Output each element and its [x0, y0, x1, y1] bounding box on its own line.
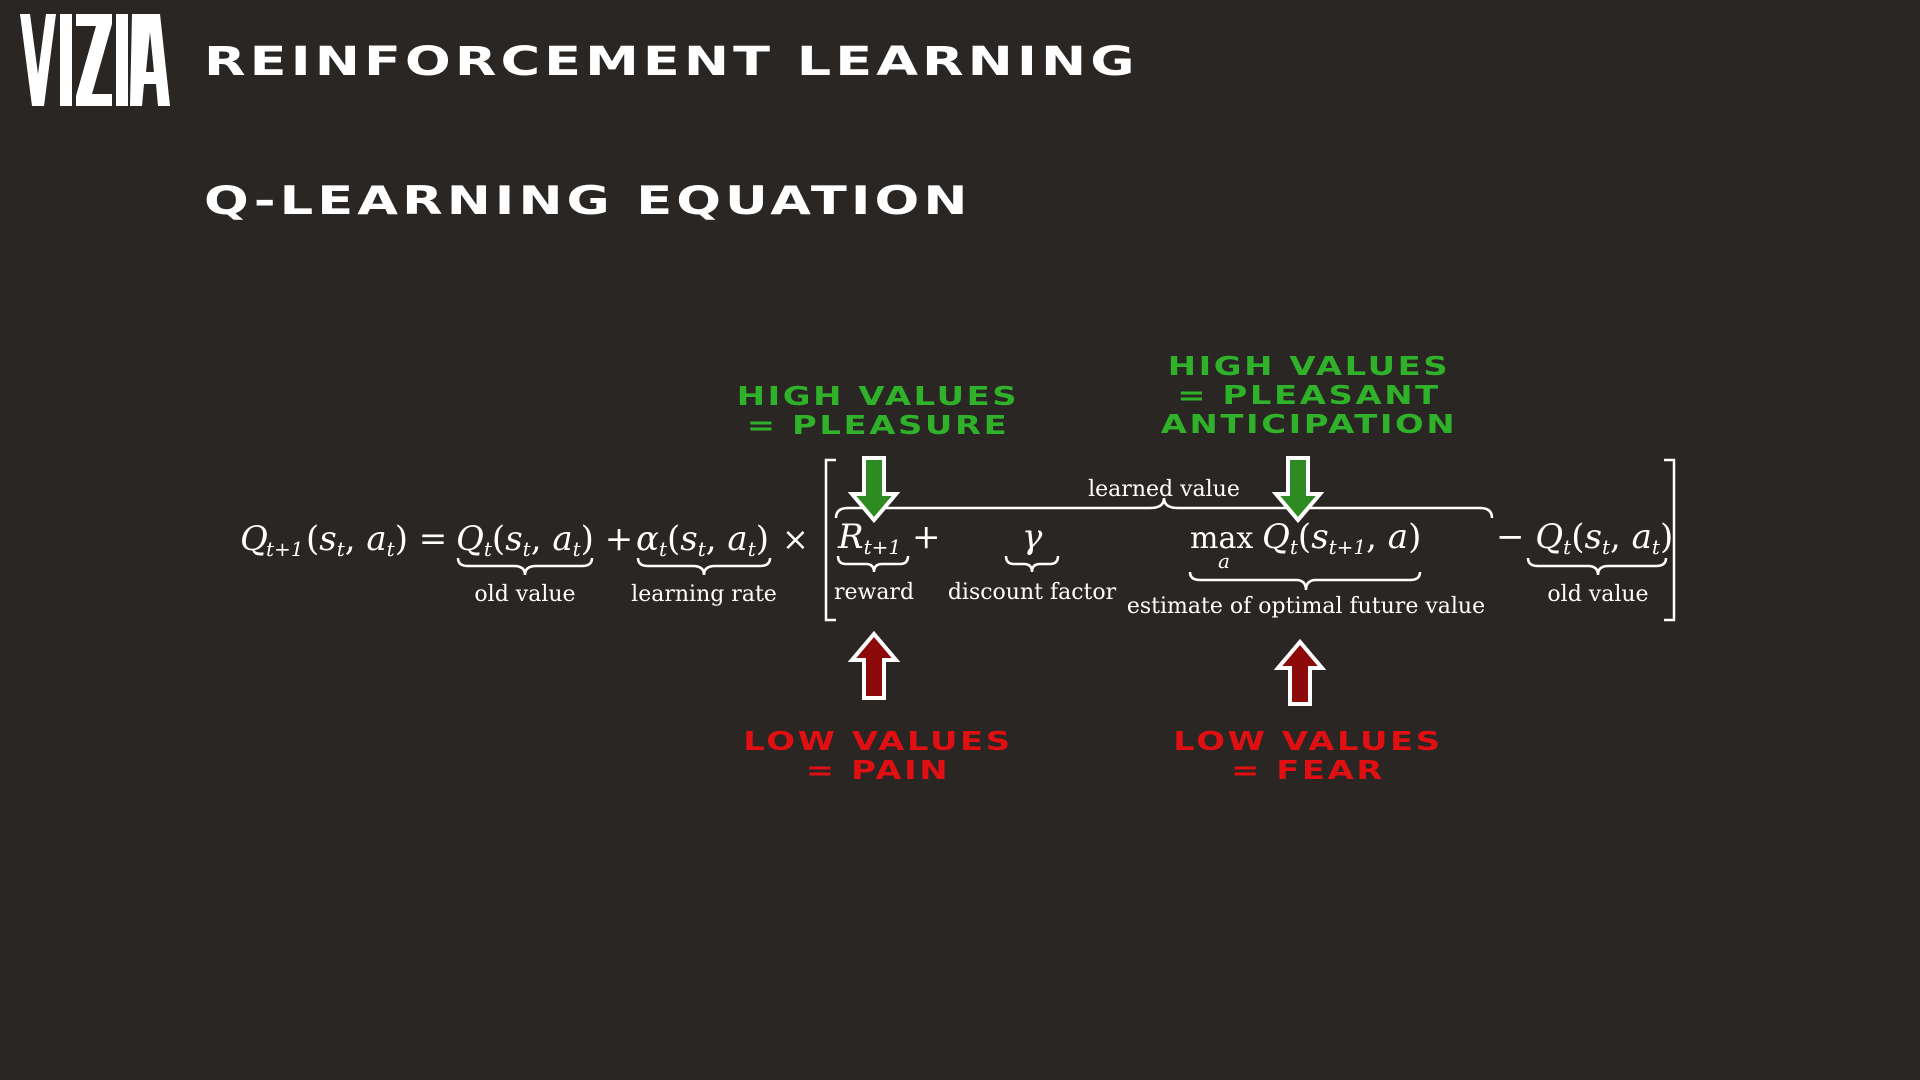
label-learning-rate: learning rate [631, 582, 777, 607]
label-estimate: estimate of optimal future value [1127, 594, 1485, 619]
arrow-down-future [1271, 456, 1325, 524]
eq-lhs-sub: t+1 [266, 537, 304, 561]
label-discount-factor: discount factor [948, 580, 1117, 605]
eq-lhs-args: (st, at) = [306, 519, 447, 561]
eq-learning-rate-term: αt(st, at) [636, 519, 769, 561]
q-learning-equation: Q t+1 (st, at) = Qt(st, at) + αt(st, at)… [240, 456, 1676, 706]
brace-discount [1004, 555, 1060, 573]
eq-times: × [782, 520, 809, 558]
overbrace-learned-value [834, 497, 1494, 519]
label-reward: reward [834, 580, 914, 605]
label-old-value-2: old value [1547, 582, 1648, 607]
eq-future-term: Qt(st+1, a) [1262, 517, 1421, 559]
brace-old-value-2 [1526, 557, 1668, 576]
eq-reward-term: Rt+1 + [837, 517, 940, 559]
eq-old-value-term: Qt(st, at) + [456, 519, 633, 561]
eq-minus-old-term: − Qt(st, at) [1496, 517, 1673, 559]
arrow-up-future [1273, 638, 1327, 706]
eq-max-sub: a [1218, 549, 1230, 573]
label-old-value: old value [474, 582, 575, 607]
arrow-down-reward [847, 456, 901, 524]
eq-lhs-q: Q [240, 519, 268, 559]
brace-estimate [1188, 571, 1422, 591]
arrow-up-reward [847, 630, 901, 700]
eq-gamma: γ [1022, 517, 1043, 557]
